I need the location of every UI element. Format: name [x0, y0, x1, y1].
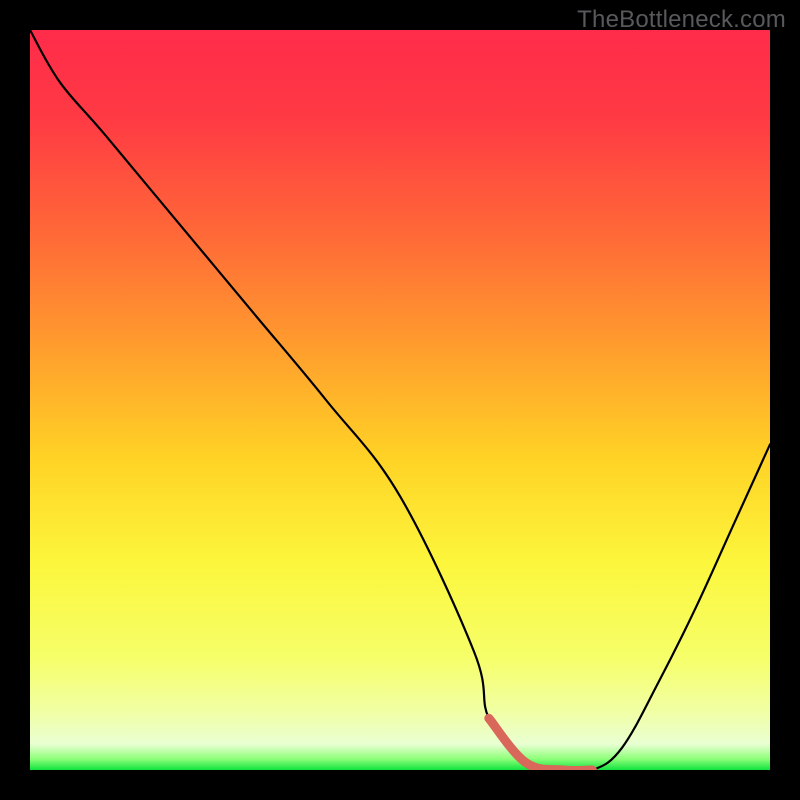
plot-area [30, 30, 770, 770]
bottleneck-curve [30, 30, 770, 770]
watermark-text: TheBottleneck.com [577, 6, 786, 34]
optimal-range-marker [489, 718, 593, 770]
curve-layer [30, 30, 770, 770]
chart-frame: TheBottleneck.com [0, 0, 800, 800]
